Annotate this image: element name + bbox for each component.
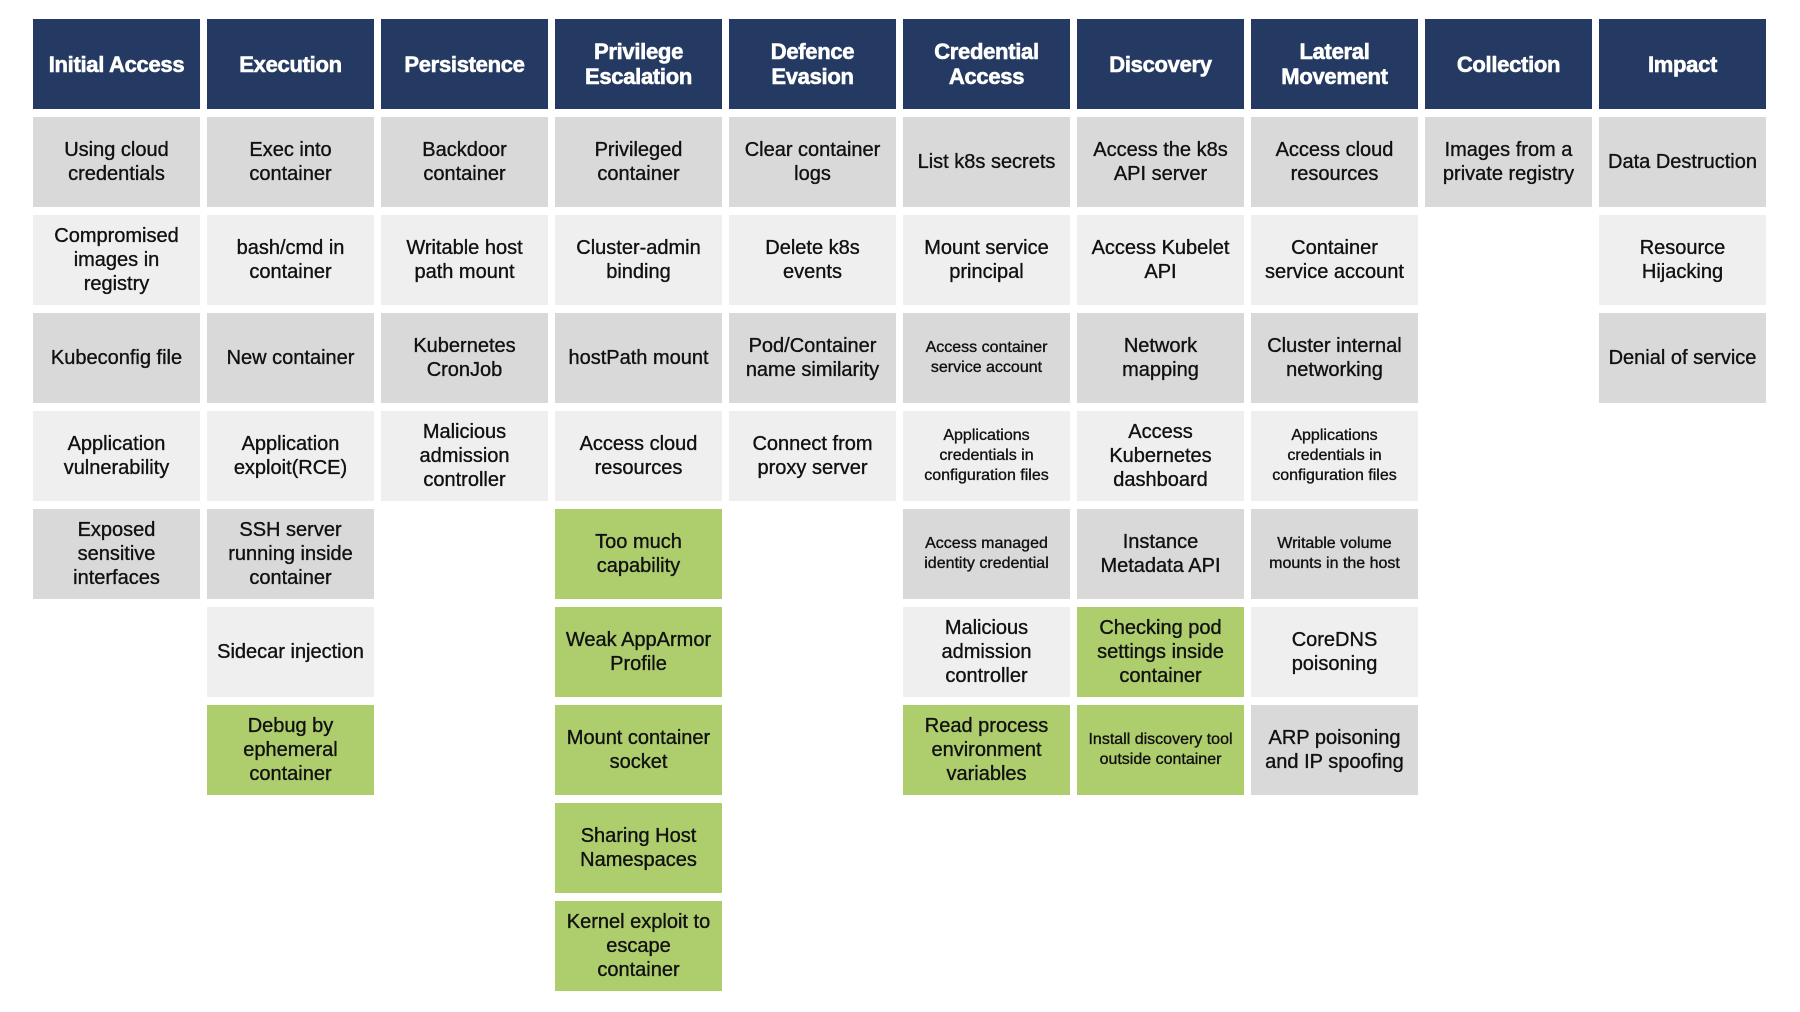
technique-cluster-admin-binding: Cluster-admin binding xyxy=(555,215,722,305)
technique-application-exploit-rce: Application exploit(RCE) xyxy=(207,411,374,501)
technique-access-container-service-account: Access container service account xyxy=(903,313,1070,403)
technique-container-service-account: Container service account xyxy=(1251,215,1418,305)
technique-list-k8s-secrets: List k8s secrets xyxy=(903,117,1070,207)
technique-malicious-admission-controller: Malicious admission controller xyxy=(381,411,548,501)
technique-access-cloud-resources: Access cloud resources xyxy=(555,411,722,501)
technique-applications-credentials-in-configuration-files: Applications credentials in configuratio… xyxy=(903,411,1070,501)
technique-debug-by-ephemeral-container: Debug by ephemeral container xyxy=(207,705,374,795)
column-header-persistence: Persistence xyxy=(381,19,548,109)
technique-hostpath-mount: hostPath mount xyxy=(555,313,722,403)
technique-network-mapping: Network mapping xyxy=(1077,313,1244,403)
technique-backdoor-container: Backdoor container xyxy=(381,117,548,207)
column-header-initial-access: Initial Access xyxy=(33,19,200,109)
technique-too-much-capability: Too much capability xyxy=(555,509,722,599)
threat-matrix: Initial Access Using cloud credentials Com… xyxy=(0,0,1800,1012)
technique-clear-container-logs: Clear container logs xyxy=(729,117,896,207)
technique-access-kubernetes-dashboard: Access Kubernetes dashboard xyxy=(1077,411,1244,501)
technique-exposed-sensitive-interfaces: Exposed sensitive interfaces xyxy=(33,509,200,599)
technique-install-discovery-tool-outside-container: Install discovery tool outside container xyxy=(1077,705,1244,795)
technique-sharing-host-namespaces: Sharing Host Namespaces xyxy=(555,803,722,893)
technique-mount-container-socket: Mount container socket xyxy=(555,705,722,795)
technique-mount-service-principal: Mount service principal xyxy=(903,215,1070,305)
column-header-execution: Execution xyxy=(207,19,374,109)
technique-resource-hijacking: Resource Hijacking xyxy=(1599,215,1766,305)
column-header-discovery: Discovery xyxy=(1077,19,1244,109)
technique-writable-volume-mounts-in-the-host: Writable volume mounts in the host xyxy=(1251,509,1418,599)
column-header-impact: Impact xyxy=(1599,19,1766,109)
technique-using-cloud-credentials: Using cloud credentials xyxy=(33,117,200,207)
technique-access-managed-identity-credential: Access managed identity credential xyxy=(903,509,1070,599)
technique-pod-container-name-similarity: Pod/Container name similarity xyxy=(729,313,896,403)
technique-access-the-k8s-api-server: Access the k8s API server xyxy=(1077,117,1244,207)
technique-instance-metadata-api: Instance Metadata API xyxy=(1077,509,1244,599)
technique-kernel-exploit-to-escape-container: Kernel exploit to escape container xyxy=(555,901,722,991)
technique-exec-into-container: Exec into container xyxy=(207,117,374,207)
technique-kubernetes-cronjob: Kubernetes CronJob xyxy=(381,313,548,403)
technique-new-container: New container xyxy=(207,313,374,403)
technique-connect-from-proxy-server: Connect from proxy server xyxy=(729,411,896,501)
technique-privileged-container: Privileged container xyxy=(555,117,722,207)
technique-arp-poisoning-and-ip-spoofing: ARP poisoning and IP spoofing xyxy=(1251,705,1418,795)
technique-application-vulnerability: Application vulnerability xyxy=(33,411,200,501)
column-header-privilege-escalation: Privilege Escalation xyxy=(555,19,722,109)
technique-weak-apparmor-profile: Weak AppArmor Profile xyxy=(555,607,722,697)
technique-delete-k8s-events: Delete k8s events xyxy=(729,215,896,305)
technique-applications-credentials-in-configuration-files: Applications credentials in configuratio… xyxy=(1251,411,1418,501)
column-header-credential-access: Credential Access xyxy=(903,19,1070,109)
technique-compromised-images-in-registry: Compromised images in registry xyxy=(33,215,200,305)
column-header-defence-evasion: Defence Evasion xyxy=(729,19,896,109)
technique-read-process-environment-variables: Read process environment variables xyxy=(903,705,1070,795)
technique-writable-host-path-mount: Writable host path mount xyxy=(381,215,548,305)
technique-access-kubelet-api: Access Kubelet API xyxy=(1077,215,1244,305)
technique-kubeconfig-file: Kubeconfig file xyxy=(33,313,200,403)
column-header-lateral-movement: Lateral Movement xyxy=(1251,19,1418,109)
technique-access-cloud-resources: Access cloud resources xyxy=(1251,117,1418,207)
technique-malicious-admission-controller: Malicious admission controller xyxy=(903,607,1070,697)
technique-cluster-internal-networking: Cluster internal networking xyxy=(1251,313,1418,403)
technique-images-from-a-private-registry: Images from a private registry xyxy=(1425,117,1592,207)
technique-sidecar-injection: Sidecar injection xyxy=(207,607,374,697)
technique-bash-cmd-in-container: bash/cmd in container xyxy=(207,215,374,305)
technique-data-destruction: Data Destruction xyxy=(1599,117,1766,207)
technique-denial-of-service: Denial of service xyxy=(1599,313,1766,403)
technique-coredns-poisoning: CoreDNS poisoning xyxy=(1251,607,1418,697)
technique-ssh-server-running-inside-container: SSH server running inside container xyxy=(207,509,374,599)
column-header-collection: Collection xyxy=(1425,19,1592,109)
technique-checking-pod-settings-inside-container: Checking pod settings inside container xyxy=(1077,607,1244,697)
